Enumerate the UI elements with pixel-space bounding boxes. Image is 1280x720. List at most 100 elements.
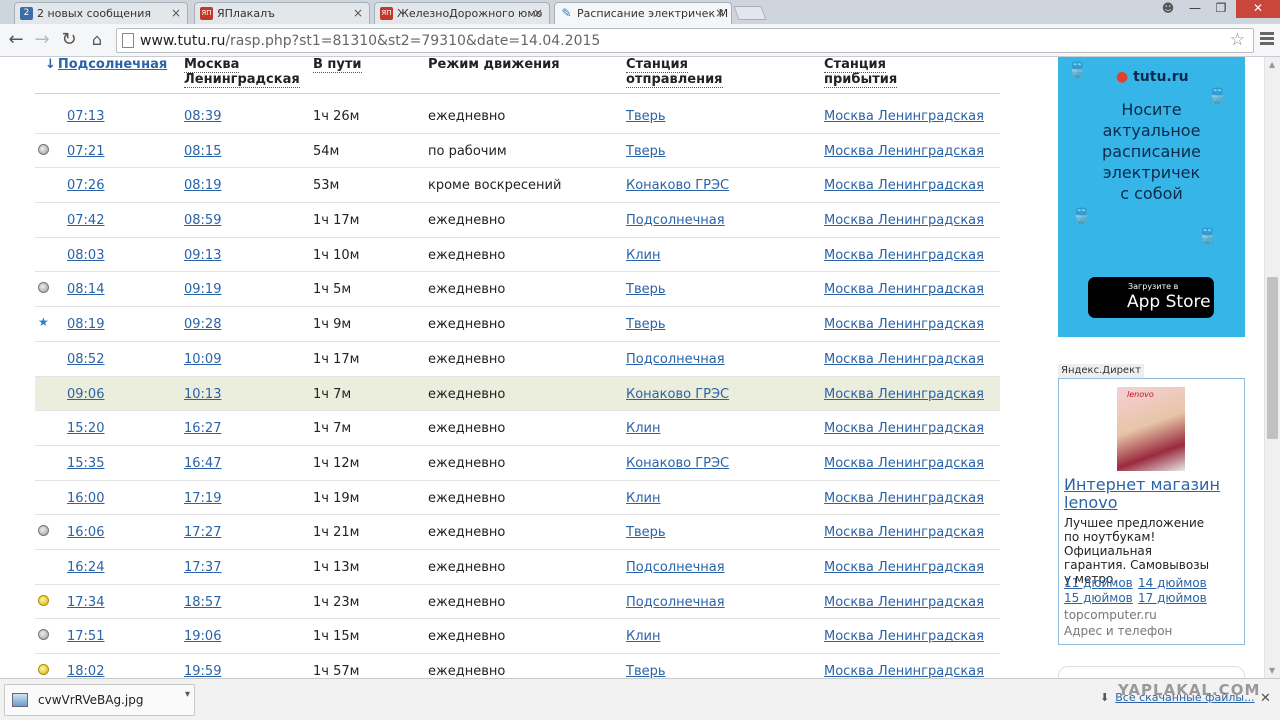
schedule-row[interactable]: 17:51 19:06 1ч 15м ежедневно Клин Москва Лени…	[35, 619, 1000, 654]
arrival-time-link[interactable]: 10:13	[184, 387, 221, 402]
origin-station-link[interactable]: Конаково ГРЭС	[626, 456, 729, 471]
arrival-terminal-header[interactable]: Станция прибытия	[824, 57, 898, 88]
departure-time-link[interactable]: 16:00	[67, 491, 104, 506]
departure-time-link[interactable]: 07:21	[67, 144, 104, 159]
duration-header[interactable]: В пути	[313, 57, 362, 73]
address-bar[interactable]: www.tutu.ru/rasp.php?st1=81310&st2=79310…	[116, 28, 1254, 53]
close-tab-icon[interactable]: ×	[533, 6, 543, 20]
departure-time-link[interactable]: 07:13	[67, 109, 104, 124]
close-download-shelf-icon[interactable]: ✕	[1260, 691, 1271, 706]
back-icon[interactable]: ←	[4, 29, 28, 51]
browser-menu-icon[interactable]	[1258, 30, 1276, 50]
scrollbar-thumb[interactable]	[1267, 277, 1278, 439]
express-train-icon[interactable]	[38, 594, 49, 606]
download-item[interactable]: cvwVrRVeBAg.jpg ▾	[4, 684, 195, 716]
destination-station-link[interactable]: Москва Ленинградская	[824, 387, 984, 402]
close-tab-icon[interactable]: ×	[353, 6, 363, 20]
departure-time-link[interactable]: 16:24	[67, 560, 104, 575]
home-icon[interactable]: ⌂	[85, 29, 109, 51]
arrival-time-link[interactable]: 17:37	[184, 560, 221, 575]
user-profile-icon[interactable]: ☻	[1156, 0, 1180, 18]
arrival-time-link[interactable]: 19:06	[184, 629, 221, 644]
ad-address-link[interactable]: Адрес и телефон	[1064, 624, 1172, 638]
sort-by-departure-header[interactable]: ↓ Подсолнечная	[45, 57, 167, 72]
new-tab-button[interactable]	[733, 6, 767, 20]
arrival-time-link[interactable]: 17:19	[184, 491, 221, 506]
bookmark-star-icon[interactable]: ☆	[1230, 30, 1245, 50]
origin-station-link[interactable]: Подсолнечная	[626, 213, 725, 228]
schedule-row[interactable]: 16:00 17:19 1ч 19м ежедневно Клин Москва Лени…	[35, 481, 1000, 516]
origin-station-link[interactable]: Клин	[626, 491, 661, 506]
origin-station-link[interactable]: Подсолнечная	[626, 595, 725, 610]
arrival-time-link[interactable]: 17:27	[184, 525, 221, 540]
destination-station-link[interactable]: Москва Ленинградская	[824, 525, 984, 540]
arrival-time-link[interactable]: 08:15	[184, 144, 221, 159]
arrival-time-link[interactable]: 08:59	[184, 213, 221, 228]
train-type-icon[interactable]	[38, 143, 49, 155]
arrival-time-link[interactable]: 18:57	[184, 595, 221, 610]
destination-station-link[interactable]: Москва Ленинградская	[824, 629, 984, 644]
schedule-row[interactable]: 08:14 09:19 1ч 5м ежедневно Тверь Москва Лени…	[35, 272, 1000, 308]
sitelink[interactable]: 15 дюймов	[1064, 591, 1133, 606]
reload-icon[interactable]: ↻	[57, 29, 81, 51]
origin-station-link[interactable]: Тверь	[626, 144, 666, 159]
browser-tab[interactable]: 2 2 новых сообщения ×	[14, 2, 188, 24]
sitelink[interactable]: 14 дюймов	[1138, 576, 1207, 591]
schedule-row[interactable]: 15:35 16:47 1ч 12м ежедневно Конаково ГРЭС Мо…	[35, 446, 1000, 481]
scroll-down-icon[interactable]: ▼	[1269, 666, 1275, 675]
destination-station-link[interactable]: Москва Ленинградская	[824, 109, 984, 124]
destination-station-link[interactable]: Москва Ленинградская	[824, 178, 984, 193]
arrival-station-header[interactable]: Москва Ленинградская	[184, 57, 300, 88]
origin-station-link[interactable]: Тверь	[626, 664, 666, 678]
close-tab-icon[interactable]: ×	[171, 6, 181, 20]
departure-time-link[interactable]: 18:02	[67, 664, 104, 678]
tutu-app-banner[interactable]: 🚆 🚆 🚆 🚆 ● tutu.ru Носите актуальное расп…	[1058, 57, 1245, 337]
restore-window-icon[interactable]: ❐	[1208, 0, 1234, 18]
departure-time-link[interactable]: 17:34	[67, 595, 104, 610]
origin-station-link[interactable]: Клин	[626, 629, 661, 644]
arrival-time-link[interactable]: 19:59	[184, 664, 221, 678]
origin-station-link[interactable]: Конаково ГРЭС	[626, 178, 729, 193]
departure-time-link[interactable]: 17:51	[67, 629, 104, 644]
schedule-row[interactable]: 16:24 17:37 1ч 13м ежедневно Подсолнечная Мос…	[35, 550, 1000, 585]
scroll-up-icon[interactable]: ▲	[1269, 60, 1275, 69]
arrival-time-link[interactable]: 16:47	[184, 456, 221, 471]
star-icon[interactable]: ★	[38, 315, 49, 329]
origin-station-link[interactable]: Конаково ГРЭС	[626, 387, 729, 402]
arrival-time-link[interactable]: 08:19	[184, 178, 221, 193]
destination-station-link[interactable]: Москва Ленинградская	[824, 456, 984, 471]
arrival-time-link[interactable]: 08:39	[184, 109, 221, 124]
schedule-row[interactable]: 08:03 09:13 1ч 10м ежедневно Клин Москва Лени…	[35, 238, 1000, 273]
browser-tab[interactable]: ЯП ЯПлакалъ ×	[194, 2, 370, 24]
forward-icon[interactable]: →	[30, 29, 54, 51]
destination-station-link[interactable]: Москва Ленинградская	[824, 560, 984, 575]
schedule-row[interactable]: 07:21 08:15 54м по рабочим Тверь Москва Ленин…	[35, 134, 1000, 169]
schedule-row[interactable]: 07:13 08:39 1ч 26м ежедневно Тверь Москва Лен…	[35, 99, 1000, 134]
departure-time-link[interactable]: 09:06	[67, 387, 104, 402]
destination-station-link[interactable]: Москва Ленинградская	[824, 317, 984, 332]
schedule-row[interactable]: 18:02 19:59 1ч 57м ежедневно Тверь Москва Лен…	[35, 654, 1000, 678]
page-scrollbar[interactable]: ▲ ▼	[1264, 57, 1280, 678]
browser-tab-active[interactable]: ✎ Расписание электричек М ×	[554, 2, 732, 25]
origin-station-link[interactable]: Тверь	[626, 109, 666, 124]
schedule-row[interactable]: ★ 08:19 09:28 1ч 9м ежедневно Тверь Москва Лен…	[35, 307, 1000, 342]
browser-tab[interactable]: ЯП ЖелезноДорожного юмо ×	[374, 2, 550, 24]
schedule-row[interactable]: 17:34 18:57 1ч 23м ежедневно Подсолнечная Мос…	[35, 585, 1000, 620]
express-train-icon[interactable]	[38, 664, 49, 675]
yandex-direct-label[interactable]: Яндекс.Директ	[1058, 364, 1144, 378]
schedule-row[interactable]: 07:26 08:19 53м кроме воскресений Конаково Г…	[35, 168, 1000, 204]
arrival-time-link[interactable]: 16:27	[184, 421, 221, 436]
ad-headline-link[interactable]: Интернет магазин lenovo	[1064, 476, 1220, 512]
origin-station-link[interactable]: Клин	[626, 421, 661, 436]
departure-time-link[interactable]: 07:42	[67, 213, 104, 228]
schedule-row[interactable]: 09:06 10:13 1ч 7м ежедневно Конаково ГРЭС Мос…	[35, 376, 1000, 412]
origin-station-link[interactable]: Тверь	[626, 317, 666, 332]
schedule-row[interactable]: 08:52 10:09 1ч 17м ежедневно Подсолнечная Мос…	[35, 342, 1000, 377]
departure-time-link[interactable]: 08:19	[67, 317, 104, 332]
arrival-time-link[interactable]: 09:19	[184, 282, 221, 297]
destination-station-link[interactable]: Москва Ленинградская	[824, 144, 984, 159]
origin-station-link[interactable]: Клин	[626, 248, 661, 263]
all-downloads-link[interactable]: ⬇ Все скачанные файлы...	[1100, 691, 1255, 704]
destination-station-link[interactable]: Москва Ленинградская	[824, 213, 984, 228]
departure-time-link[interactable]: 08:03	[67, 248, 104, 263]
